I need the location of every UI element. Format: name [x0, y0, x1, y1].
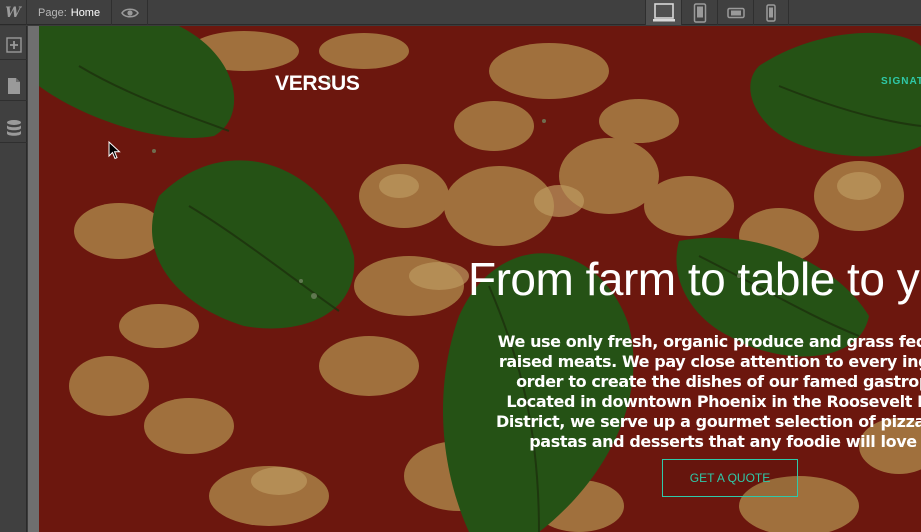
eye-icon [120, 7, 139, 18]
phone-landscape-icon [726, 7, 745, 18]
mouse-cursor-icon [108, 141, 121, 160]
desktop-icon [652, 2, 675, 21]
add-elements-button[interactable] [0, 30, 27, 60]
designer-canvas[interactable]: VERSUS SIGNAT From farm to table to y We… [28, 26, 921, 532]
get-a-quote-button[interactable]: GET A QUOTE [662, 459, 798, 497]
nav-link-signature[interactable]: SIGNAT [881, 76, 921, 87]
device-desktop-button[interactable] [645, 0, 681, 25]
site-brand[interactable]: VERSUS [275, 72, 360, 96]
cms-button[interactable] [0, 113, 27, 143]
page-icon [7, 77, 20, 94]
phone-portrait-icon [766, 3, 776, 22]
hero-description-line: raised meats. We pay close attention to … [498, 352, 921, 371]
device-switcher [645, 0, 789, 25]
hero-description: We use only fresh, organic produce and g… [440, 332, 921, 452]
designer-toolbar: W Page: Home [0, 0, 921, 25]
hero-description-line: order to create the dishes of our famed … [516, 372, 921, 391]
device-phone-portrait-button[interactable] [753, 0, 789, 25]
preview-button[interactable] [111, 0, 148, 25]
hero-description-line: Located in downtown Phoenix in the Roose… [506, 392, 921, 411]
designer-left-sidebar [0, 26, 27, 532]
hero-description-line: We use only fresh, organic produce and g… [497, 332, 921, 351]
hero-description-line: pastas and desserts that any foodie will… [529, 432, 917, 451]
pages-button[interactable] [0, 71, 27, 101]
device-phone-landscape-button[interactable] [717, 0, 753, 25]
canvas-edge-rail [28, 26, 39, 532]
device-tablet-button[interactable] [681, 0, 717, 25]
page-selector[interactable]: Page: Home [38, 0, 100, 25]
tablet-icon [693, 2, 706, 23]
page-label-prefix: Page: [38, 6, 67, 19]
plus-icon [5, 36, 22, 53]
database-icon [6, 119, 21, 136]
hero-description-line: District, we serve up a gourmet selectio… [496, 412, 921, 431]
hero-title: From farm to table to y [468, 253, 920, 305]
webflow-logo[interactable]: W [0, 0, 27, 25]
page-name: Home [70, 6, 101, 19]
